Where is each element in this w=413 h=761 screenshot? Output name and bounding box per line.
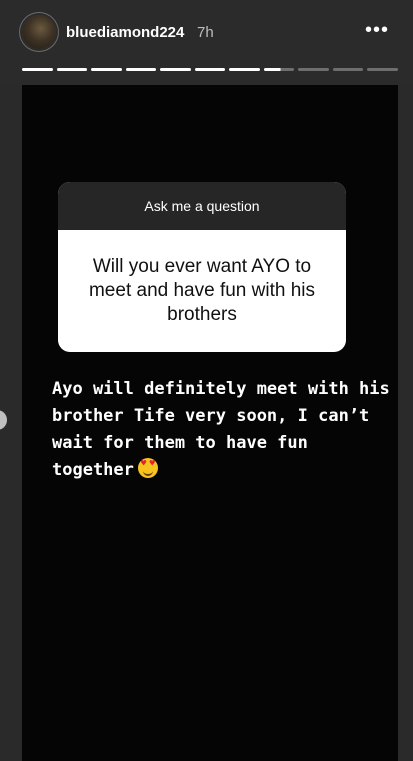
story-header: bluediamond224 7h ••• — [0, 0, 413, 86]
progress-segment — [91, 68, 122, 71]
question-sticker-title: Ask me a question — [58, 182, 346, 230]
progress-segment — [160, 68, 191, 71]
more-options-icon[interactable]: ••• — [363, 18, 391, 42]
progress-segment-current — [263, 68, 295, 71]
progress-segment — [125, 68, 157, 71]
story-content[interactable]: Ask me a question Will you ever want AYO… — [22, 85, 398, 761]
progress-segment — [332, 68, 364, 71]
progress-segment — [22, 68, 53, 71]
avatar[interactable] — [22, 15, 56, 49]
answer-text: Ayo will definitely meet with his brothe… — [52, 379, 401, 480]
username[interactable]: bluediamond224 — [66, 24, 184, 41]
previous-story-handle[interactable] — [0, 410, 7, 430]
progress-segment — [229, 68, 260, 71]
question-text: Will you ever want AYO to meet and have … — [88, 256, 316, 325]
question-sticker[interactable]: Ask me a question Will you ever want AYO… — [58, 182, 346, 352]
progress-segment — [298, 68, 329, 71]
heart-eyes-emoji-icon — [137, 458, 158, 478]
progress-segment — [56, 68, 88, 71]
story-progress-bar — [22, 68, 399, 71]
post-time: 7h — [197, 24, 214, 41]
progress-segment — [367, 68, 399, 71]
answer-text-block: Ayo will definitely meet with his brothe… — [52, 376, 392, 484]
progress-segment — [194, 68, 226, 71]
